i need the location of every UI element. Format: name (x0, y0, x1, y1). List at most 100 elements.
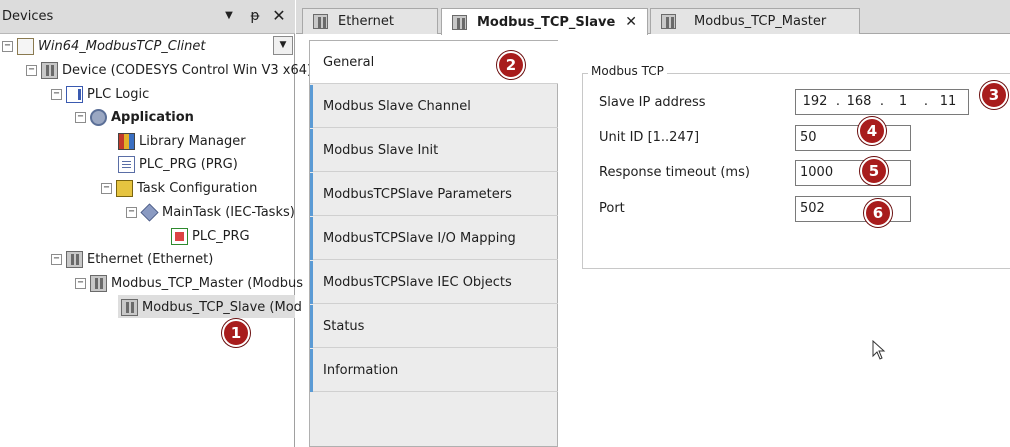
tree-item-main-task[interactable]: − MainTask (IEC-Tasks) (126, 201, 295, 223)
category-modbustcpslave-iec-objects[interactable]: ModbusTCPSlave IEC Objects (310, 261, 558, 304)
category-label: Status (323, 319, 365, 334)
device-icon (121, 298, 138, 316)
ip-octet-3[interactable]: 1 (888, 90, 918, 114)
collapse-icon[interactable]: − (26, 64, 37, 76)
category-label: Modbus Slave Channel (323, 99, 471, 114)
document-icon (118, 155, 135, 173)
tree-item-label: Device (CODESYS Control Win V3 x64) (62, 62, 313, 78)
devices-panel: Devices ▼ ᵽ ✕ − Win64_ModbusTCP_Clinet ▼… (0, 0, 312, 447)
tree-item-task-configuration[interactable]: − Task Configuration (101, 177, 257, 199)
tree-item-label: PLC Logic (87, 86, 150, 102)
annotation-badge-2: 2 (497, 51, 525, 79)
device-icon (452, 14, 467, 30)
collapse-icon[interactable]: − (51, 253, 62, 265)
ip-octet-1[interactable]: 192 (800, 90, 830, 114)
project-dropdown-button[interactable]: ▼ (273, 36, 293, 55)
collapse-icon[interactable]: − (51, 88, 62, 100)
gear-icon (90, 108, 107, 126)
task-config-icon (116, 179, 133, 197)
ethernet-icon (313, 14, 328, 29)
tree-item-label: PLC_PRG (192, 228, 250, 244)
library-icon (118, 132, 135, 150)
category-label: ModbusTCPSlave Parameters (323, 187, 512, 202)
tree-item-label: MainTask (IEC-Tasks) (162, 204, 295, 220)
unit-id-label: Unit ID [1..247] (599, 130, 700, 145)
annotation-badge-3: 3 (980, 81, 1008, 109)
plc-logic-icon (66, 85, 83, 103)
tree-item-plc-prg[interactable]: PLC_PRG (PRG) (118, 153, 238, 175)
category-label: ModbusTCPSlave IEC Objects (323, 275, 512, 290)
tree-item-device[interactable]: − Device (CODESYS Control Win V3 x64) (26, 59, 312, 81)
response-timeout-input[interactable]: 1000 (795, 160, 911, 186)
ethernet-icon (66, 250, 83, 268)
annotation-badge-5: 5 (860, 157, 888, 185)
tree-item-modbus-tcp-slave[interactable]: Modbus_TCP_Slave (Mod (121, 296, 302, 318)
unit-id-input[interactable]: 50 (795, 125, 911, 151)
tree-item-label: Library Manager (139, 133, 246, 149)
tree-item-ethernet[interactable]: − Ethernet (Ethernet) (51, 248, 213, 270)
tree-item-project[interactable]: − Win64_ModbusTCP_Clinet (2, 35, 205, 57)
category-modbus-slave-init[interactable]: Modbus Slave Init (310, 129, 558, 172)
category-modbustcpslave-parameters[interactable]: ModbusTCPSlave Parameters (310, 173, 558, 216)
category-information[interactable]: Information (310, 349, 558, 392)
tree-item-label: Ethernet (Ethernet) (87, 251, 214, 267)
pin-icon[interactable]: ᵽ (247, 7, 263, 25)
program-call-icon (171, 227, 188, 245)
tab-label: Modbus_TCP_Master (694, 14, 827, 29)
tree-item-label: Modbus_TCP_Master (Modbus (111, 275, 304, 291)
collapse-icon[interactable]: − (75, 277, 86, 289)
collapse-icon[interactable]: − (101, 182, 112, 194)
tab-label: Ethernet (338, 14, 394, 29)
panel-menu-icon[interactable]: ▼ (221, 7, 237, 25)
tab-modbus-tcp-slave[interactable]: Modbus_TCP_Slave ✕ (441, 8, 648, 35)
annotation-badge-1: 1 (222, 319, 250, 347)
tab-ethernet[interactable]: Ethernet (302, 8, 438, 34)
editor-tab-bar: Ethernet Modbus_TCP_Slave ✕ Modbus_TCP_M… (296, 0, 1010, 35)
port-input[interactable]: 502 (795, 196, 911, 222)
response-timeout-label: Response timeout (ms) (599, 165, 750, 180)
collapse-icon[interactable]: − (2, 40, 13, 52)
modbus-tcp-group-title: Modbus TCP (588, 64, 667, 78)
annotation-badge-4: 4 (858, 117, 886, 145)
devices-panel-title: Devices (2, 9, 54, 24)
tree-item-label: Modbus_TCP_Slave (Mod (142, 299, 302, 315)
mouse-cursor-icon (872, 340, 886, 360)
category-label: Information (323, 363, 399, 378)
device-icon (661, 14, 676, 29)
ip-separator: . (879, 94, 885, 109)
tree-item-application[interactable]: − Application (75, 106, 194, 128)
tab-label: Modbus_TCP_Slave (477, 14, 616, 30)
main-task-icon (140, 202, 159, 222)
tree-item-plc-logic[interactable]: − PLC Logic (51, 83, 149, 105)
tab-modbus-tcp-master[interactable]: Modbus_TCP_Master (650, 8, 860, 34)
slave-ip-input[interactable]: 192 . 168 . 1 . 11 (795, 89, 969, 115)
ip-separator: . (923, 94, 929, 109)
ip-octet-4[interactable]: 11 (933, 90, 963, 114)
device-icon (90, 274, 107, 292)
category-label: General (323, 55, 375, 70)
port-label: Port (599, 201, 625, 216)
category-modbustcpslave-io-mapping[interactable]: ModbusTCPSlave I/O Mapping (310, 217, 558, 260)
tree-item-plc-prg-call[interactable]: PLC_PRG (171, 225, 250, 247)
ip-separator: . (835, 94, 841, 109)
tree-item-label: PLC_PRG (PRG) (139, 156, 238, 172)
config-category-list: General Modbus Slave Channel Modbus Slav… (309, 40, 558, 447)
project-icon (17, 37, 34, 55)
tree-item-modbus-tcp-master[interactable]: − Modbus_TCP_Master (Modbus (75, 272, 303, 294)
tree-item-library-manager[interactable]: Library Manager (118, 130, 246, 152)
category-status[interactable]: Status (310, 305, 558, 348)
slave-ip-label: Slave IP address (599, 95, 706, 110)
panel-close-icon[interactable]: ✕ (271, 7, 287, 25)
category-label: ModbusTCPSlave I/O Mapping (323, 231, 516, 246)
plc-icon (41, 61, 58, 79)
devices-panel-header: Devices ▼ ᵽ ✕ (0, 0, 295, 34)
category-modbus-slave-channel[interactable]: Modbus Slave Channel (310, 85, 558, 128)
collapse-icon[interactable]: − (75, 111, 86, 123)
tree-item-label: Application (111, 109, 194, 125)
category-label: Modbus Slave Init (323, 143, 439, 158)
ip-octet-2[interactable]: 168 (844, 90, 874, 114)
tab-close-icon[interactable]: ✕ (625, 14, 637, 30)
tree-item-label: Task Configuration (137, 180, 258, 196)
annotation-badge-6: 6 (864, 199, 892, 227)
collapse-icon[interactable]: − (126, 206, 137, 218)
